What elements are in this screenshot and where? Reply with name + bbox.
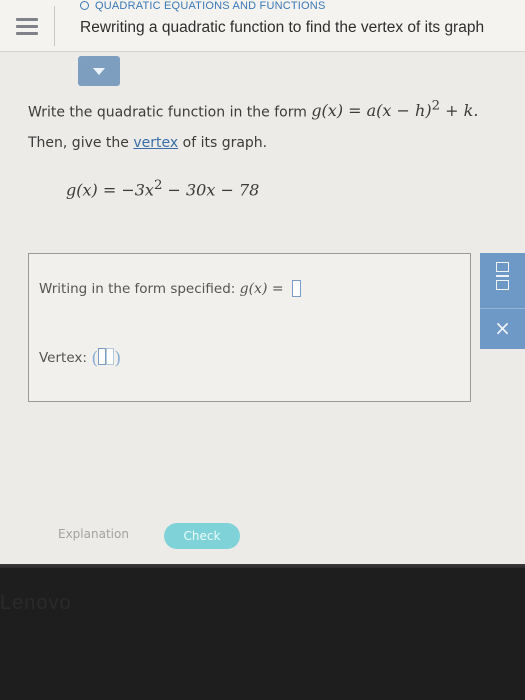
divider (480, 308, 525, 309)
check-button[interactable]: Check (164, 523, 240, 549)
instruction-text-end: of its graph. (178, 135, 268, 151)
laptop-bezel: Lenovo (0, 568, 525, 700)
vertex-answer-row: Vertex: () (39, 348, 121, 369)
explanation-button[interactable]: Explanation (58, 527, 129, 541)
circle-icon (80, 1, 89, 10)
clear-button[interactable]: × (480, 316, 525, 340)
top-bar: QUADRATIC EQUATIONS AND FUNCTIONS Rewrit… (0, 0, 525, 52)
brand-logo: Lenovo (0, 592, 72, 614)
vertex-x-input[interactable] (98, 348, 107, 365)
form-rhs: + k. (440, 101, 479, 121)
form-lhs: g(x) = a(x − h) (311, 101, 432, 121)
form-answer-row: Writing in the form specified: g(x) = (39, 280, 301, 297)
collapse-toggle-button[interactable] (78, 56, 120, 86)
form-exponent: 2 (431, 99, 441, 114)
prompt-text: Write the quadratic function in the form (28, 104, 307, 121)
instruction-text: Then, give the (28, 135, 134, 151)
topic-text: QUADRATIC EQUATIONS AND FUNCTIONS (95, 0, 326, 12)
target-form: g(x) = a(x − h)2 + k. (311, 99, 479, 121)
vertex-open-paren: ( (91, 348, 99, 369)
vertex-link[interactable]: vertex (133, 135, 178, 151)
vertex-label: Vertex: (39, 350, 87, 366)
topic-label: QUADRATIC EQUATIONS AND FUNCTIONS (80, 0, 325, 12)
math-tools-panel: × (480, 253, 525, 349)
given-equation: g(x) = −3x2 − 30x − 78 (66, 178, 259, 199)
page-title: Rewriting a quadratic function to find t… (80, 19, 485, 36)
form-answer-label: Writing in the form specified: (39, 281, 236, 297)
menu-button[interactable] (0, 0, 54, 52)
question-prompt: Write the quadratic function in the form… (28, 96, 479, 121)
hamburger-icon (16, 14, 38, 39)
screen: QUADRATIC EQUATIONS AND FUNCTIONS Rewrit… (0, 0, 525, 568)
answer-box: Writing in the form specified: g(x) = Ve… (28, 253, 471, 402)
form-answer-math: g(x) = (239, 281, 284, 297)
chevron-down-icon (93, 67, 105, 75)
vertex-close-paren: ) (114, 348, 122, 369)
form-answer-input[interactable] (291, 280, 301, 297)
equation-lhs: g(x) = −3x (66, 180, 154, 200)
question-instruction: Then, give the vertex of its graph. (28, 135, 267, 151)
equation-rhs: − 30x − 78 (162, 180, 260, 200)
divider (54, 6, 55, 46)
fraction-icon[interactable] (496, 262, 509, 290)
